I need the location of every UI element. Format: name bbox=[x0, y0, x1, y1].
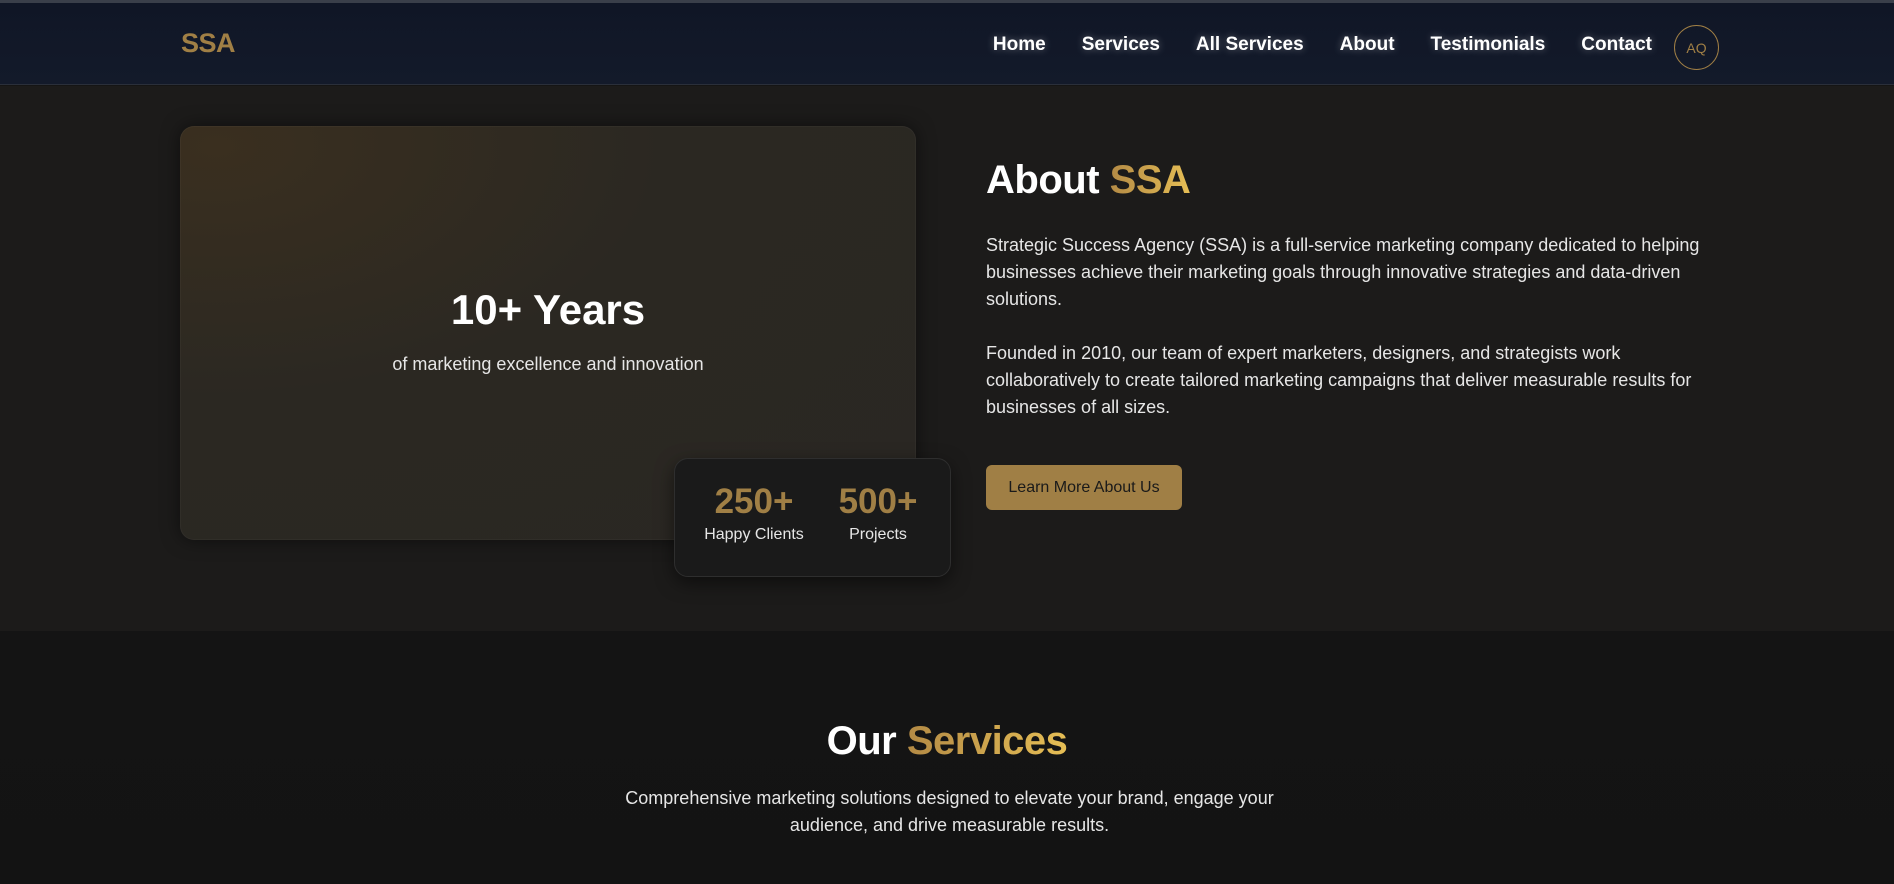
nav-link-contact[interactable]: Contact bbox=[1581, 34, 1652, 56]
user-avatar[interactable]: AQ bbox=[1674, 25, 1719, 70]
experience-title: 10+ Years bbox=[450, 286, 646, 333]
stat-label: Happy Clients bbox=[704, 526, 804, 543]
about-paragraph-2: Founded in 2010, our team of expert mark… bbox=[986, 343, 1692, 417]
stat-happy-clients: 250+ Happy Clients bbox=[699, 483, 809, 544]
nav-link-home[interactable]: Home bbox=[993, 34, 1046, 56]
navbar: SSA Home Services All Services About Tes… bbox=[0, 3, 1894, 85]
services-subtitle: Comprehensive marketing solutions design… bbox=[625, 788, 1274, 835]
nav-link-about[interactable]: About bbox=[1340, 34, 1395, 56]
stat-value: 250+ bbox=[714, 482, 794, 521]
about-section: 10+ Years of marketing excellence and in… bbox=[0, 86, 1894, 631]
about-paragraph-1: Strategic Success Agency (SSA) is a full… bbox=[986, 235, 1700, 309]
stat-projects: 500+ Projects bbox=[823, 483, 933, 544]
services-heading-accent: Services bbox=[906, 719, 1068, 763]
experience-subtitle: of marketing excellence and innovation bbox=[392, 354, 704, 374]
about-heading-accent: SSA bbox=[1109, 158, 1191, 202]
stat-label: Projects bbox=[849, 526, 907, 543]
nav-link-all-services[interactable]: All Services bbox=[1196, 34, 1304, 56]
about-heading-prefix: About bbox=[986, 158, 1100, 202]
nav-link-testimonials[interactable]: Testimonials bbox=[1431, 34, 1546, 56]
services-heading: Our Services bbox=[0, 719, 1894, 764]
learn-more-button[interactable]: Learn More About Us bbox=[986, 465, 1182, 510]
services-heading-prefix: Our bbox=[826, 719, 897, 763]
stats-card: 250+ Happy Clients 500+ Projects bbox=[674, 458, 951, 577]
logo[interactable]: SSA bbox=[181, 28, 236, 59]
nav-link-services[interactable]: Services bbox=[1082, 34, 1160, 56]
nav-links: Home Services All Services About Testimo… bbox=[957, 34, 1652, 56]
services-section: Our Services Comprehensive marketing sol… bbox=[0, 631, 1894, 884]
about-heading: About SSA bbox=[986, 158, 1191, 203]
stat-value: 500+ bbox=[838, 482, 918, 521]
